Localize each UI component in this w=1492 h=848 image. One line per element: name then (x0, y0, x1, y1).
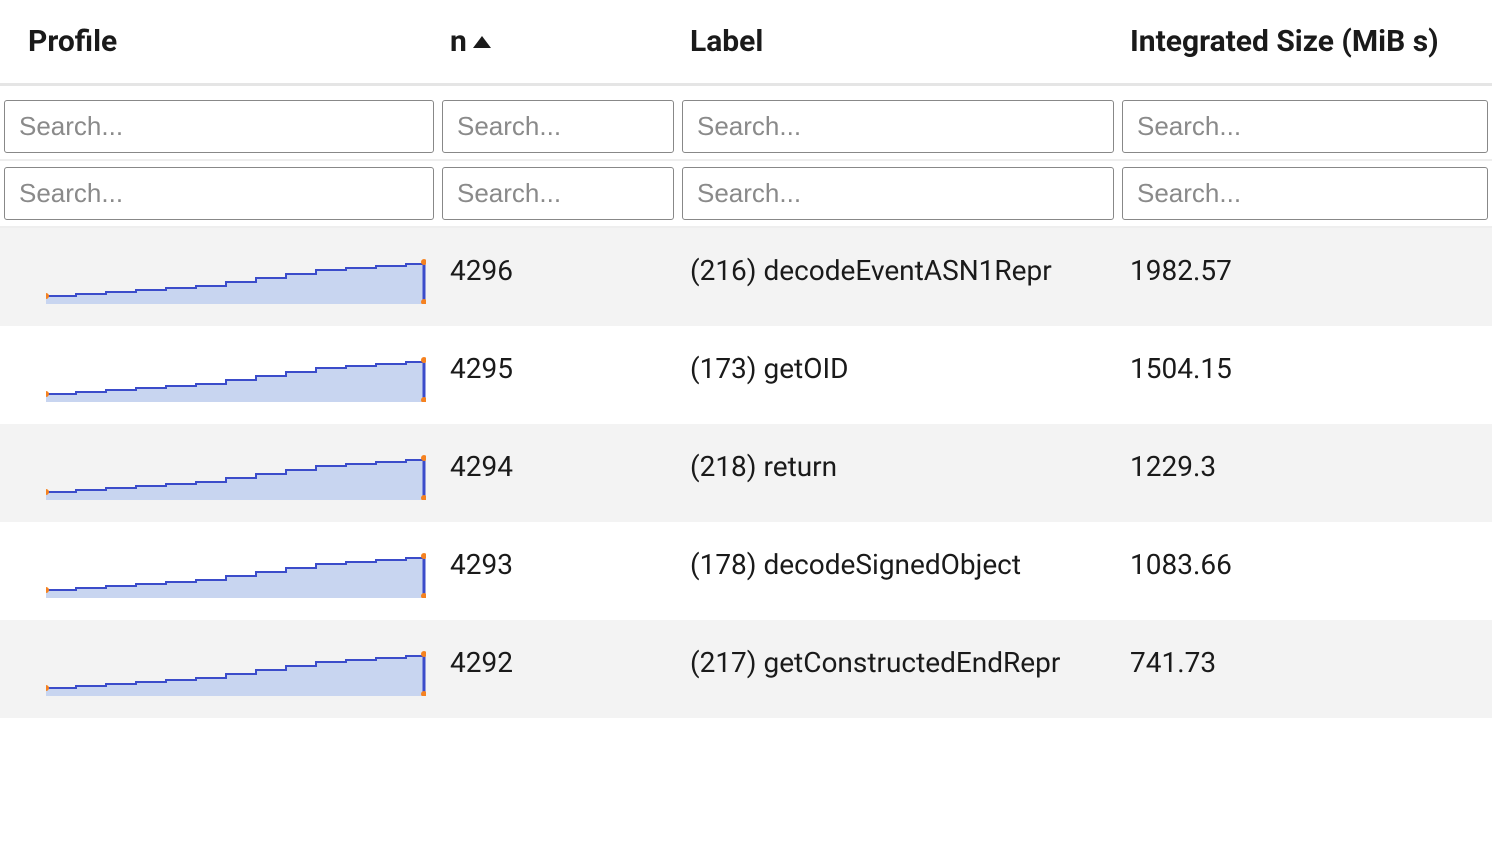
cell-profile (0, 620, 438, 718)
data-table: Profile n Label Integrated Size (MiB s) (0, 0, 1492, 718)
column-header-n[interactable]: n (438, 0, 678, 85)
sparkline-chart (46, 452, 426, 500)
cell-label: (217) getConstructedEndRepr (678, 620, 1118, 718)
cell-n: 4293 (438, 522, 678, 620)
cell-profile (0, 227, 438, 326)
search-input-label-1[interactable] (682, 100, 1114, 153)
table-row[interactable]: 4295(173) getOID1504.15 (0, 326, 1492, 424)
table-header-row: Profile n Label Integrated Size (MiB s) (0, 0, 1492, 85)
sparkline-chart (46, 550, 426, 598)
sort-toggle[interactable]: n (450, 24, 491, 59)
column-header-label-col[interactable]: Label (678, 0, 1118, 85)
search-input-size-2[interactable] (1122, 167, 1488, 220)
cell-label: (218) return (678, 424, 1118, 522)
table-row[interactable]: 4294(218) return1229.3 (0, 424, 1492, 522)
column-header-label: Label (690, 24, 763, 59)
cell-n: 4292 (438, 620, 678, 718)
column-header-integrated-size[interactable]: Integrated Size (MiB s) (1118, 0, 1492, 85)
column-header-label: Profile (28, 24, 117, 59)
sparkline-chart (46, 256, 426, 304)
search-input-n-2[interactable] (442, 167, 674, 220)
search-row-2 (0, 160, 1492, 227)
cell-integrated-size: 1083.66 (1118, 522, 1492, 620)
search-input-profile-1[interactable] (4, 100, 434, 153)
cell-integrated-size: 1982.57 (1118, 227, 1492, 326)
column-header-label: n (450, 24, 467, 59)
column-header-label: Integrated Size (MiB s) (1130, 24, 1439, 59)
cell-label: (178) decodeSignedObject (678, 522, 1118, 620)
sort-asc-icon (473, 36, 491, 48)
cell-n: 4294 (438, 424, 678, 522)
cell-integrated-size: 1504.15 (1118, 326, 1492, 424)
cell-label: (216) decodeEventASN1Repr (678, 227, 1118, 326)
search-input-size-1[interactable] (1122, 100, 1488, 153)
cell-profile (0, 424, 438, 522)
cell-n: 4296 (438, 227, 678, 326)
table-row[interactable]: 4296(216) decodeEventASN1Repr1982.57 (0, 227, 1492, 326)
cell-integrated-size: 1229.3 (1118, 424, 1492, 522)
cell-profile (0, 522, 438, 620)
cell-profile (0, 326, 438, 424)
cell-integrated-size: 741.73 (1118, 620, 1492, 718)
table-row[interactable]: 4293(178) decodeSignedObject1083.66 (0, 522, 1492, 620)
table-row[interactable]: 4292(217) getConstructedEndRepr741.73 (0, 620, 1492, 718)
search-input-label-2[interactable] (682, 167, 1114, 220)
cell-label: (173) getOID (678, 326, 1118, 424)
search-row-1 (0, 85, 1492, 161)
search-input-n-1[interactable] (442, 100, 674, 153)
sparkline-chart (46, 648, 426, 696)
cell-n: 4295 (438, 326, 678, 424)
sparkline-chart (46, 354, 426, 402)
column-header-profile[interactable]: Profile (0, 0, 438, 85)
search-input-profile-2[interactable] (4, 167, 434, 220)
